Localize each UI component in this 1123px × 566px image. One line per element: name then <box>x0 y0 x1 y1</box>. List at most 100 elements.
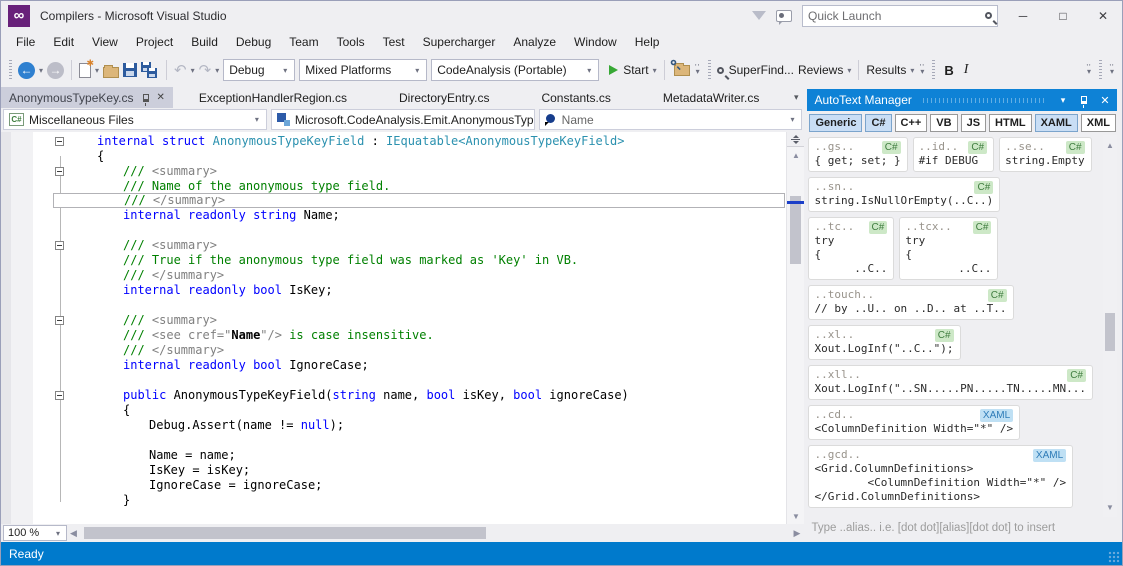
toolbar-grip[interactable] <box>707 60 711 80</box>
window-position-dropdown[interactable]: ▾ <box>1056 95 1070 106</box>
code-line[interactable]: IgnoreCase = ignoreCase; <box>53 478 785 493</box>
panel-tab-c++[interactable]: C++ <box>894 114 928 132</box>
panel-tab-xml[interactable]: XML <box>1080 114 1116 132</box>
new-item-dropdown[interactable]: ▾ <box>95 66 99 75</box>
pin-icon[interactable] <box>142 93 149 106</box>
panel-tab-generic[interactable]: Generic <box>809 114 863 132</box>
breakpoint-margin[interactable] <box>1 132 11 524</box>
menu-item-team[interactable]: Team <box>280 32 327 52</box>
code-line[interactable]: Name = name; <box>53 448 785 463</box>
feedback-icon[interactable] <box>776 9 792 25</box>
italic-button[interactable]: I <box>959 58 974 82</box>
code-line[interactable]: IsKey = isKey; <box>53 463 785 478</box>
toolbar-grip[interactable] <box>1098 60 1102 80</box>
solution-platform-combo[interactable]: Mixed Platforms ▾ <box>299 59 428 81</box>
snippet-card[interactable]: ..tc.. C# try{ ..C.. <box>808 217 895 280</box>
code-line[interactable]: /// <summary> <box>53 238 785 253</box>
redo-dropdown[interactable]: ▾ <box>215 66 219 75</box>
panel-tab-c#[interactable]: C# <box>865 114 892 132</box>
tab-AnonymousTypeKey.cs[interactable]: AnonymousTypeKey.cs ✕ <box>1 87 173 108</box>
toolbar-grip[interactable] <box>9 60 12 80</box>
open-file-button[interactable] <box>101 58 121 82</box>
horizontal-scroll-thumb[interactable] <box>83 527 486 539</box>
snippet-card[interactable]: ..id.. C# #if DEBUG <box>912 137 995 172</box>
tab-Constants.cs[interactable]: Constants.cs <box>515 87 636 108</box>
close-button[interactable]: ✕ <box>1088 4 1118 28</box>
code-line[interactable]: /// <summary> <box>53 164 785 179</box>
code-line[interactable]: Debug.Assert(name != null); <box>53 418 785 433</box>
tab-DirectoryEntry.cs[interactable]: DirectoryEntry.cs <box>373 87 515 108</box>
panel-tab-xaml[interactable]: XAML <box>1034 114 1078 132</box>
panel-scroll-up-arrow[interactable]: ▲ <box>1103 141 1117 150</box>
tab-overflow-dropdown[interactable]: ▾ <box>794 92 805 103</box>
type-dropdown[interactable]: Microsoft.CodeAnalysis.Emit.AnonymousTyp… <box>270 109 535 130</box>
collapse-region-icon[interactable] <box>55 167 64 176</box>
panel-tab-html[interactable]: HTML <box>989 114 1032 132</box>
startup-project-combo[interactable]: CodeAnalysis (Portable) ▾ <box>431 59 600 81</box>
pin-icon[interactable] <box>1077 96 1091 108</box>
snippet-card[interactable]: ..cd.. XAML <ColumnDefinition Width="*" /> <box>808 405 1021 440</box>
menu-item-window[interactable]: Window <box>565 32 626 52</box>
toolbar-overflow[interactable]: '' ▾ <box>916 64 928 76</box>
collapse-region-icon[interactable] <box>55 241 64 250</box>
superfind-button[interactable]: SuperFind... <box>715 58 796 82</box>
redo-button[interactable]: ↷ <box>197 58 214 82</box>
snippet-card[interactable]: ..tcx.. C# try{ ..C.. <box>899 217 999 280</box>
code-line[interactable]: internal struct AnonymousTypeKeyField : … <box>53 134 785 149</box>
menu-item-edit[interactable]: Edit <box>44 32 83 52</box>
toolbar-overflow[interactable]: '' ▾ <box>1106 64 1118 76</box>
panel-tab-js[interactable]: JS <box>960 114 987 132</box>
reviews-button[interactable]: Reviews <box>796 58 845 82</box>
member-dropdown[interactable]: Name ▾ <box>538 109 803 130</box>
results-dropdown[interactable]: ▾ <box>910 66 914 75</box>
menu-item-view[interactable]: View <box>83 32 127 52</box>
project-dropdown[interactable]: C# Miscellaneous Files ▾ <box>3 109 267 130</box>
tab-ExceptionHandlerRegion.cs[interactable]: ExceptionHandlerRegion.cs <box>173 87 373 108</box>
code-line[interactable]: /// </summary> <box>53 343 785 358</box>
maximize-button[interactable]: □ <box>1048 4 1078 28</box>
collapse-region-icon[interactable] <box>55 391 64 400</box>
code-line[interactable]: public AnonymousTypeKeyField(string name… <box>53 388 785 403</box>
toolbar-overflow[interactable]: '' ▾ <box>1083 64 1095 76</box>
snippet-card[interactable]: ..sn.. C# string.IsNullOrEmpty(..C..) <box>808 177 1001 212</box>
vertical-scroll-thumb[interactable] <box>790 196 802 264</box>
snippet-card[interactable]: ..gcd.. XAML <Grid.ColumnDefinitions> <Col… <box>808 445 1074 508</box>
panel-scroll-down-arrow[interactable]: ▼ <box>1103 503 1117 512</box>
close-icon[interactable]: ✕ <box>157 92 165 103</box>
scroll-down-arrow[interactable]: ▼ <box>787 512 804 521</box>
code-line[interactable]: /// <summary> <box>53 313 785 328</box>
results-button[interactable]: Results <box>864 58 908 82</box>
snippet-card[interactable]: ..gs.. C#{ get; set; } <box>808 137 908 172</box>
quick-launch-box[interactable] <box>802 4 998 27</box>
code-line[interactable]: internal readonly bool IgnoreCase; <box>53 358 785 373</box>
undo-dropdown[interactable]: ▾ <box>191 66 195 75</box>
code-editor[interactable]: internal struct AnonymousTypeKeyField : … <box>1 132 805 524</box>
tab-MetadataWriter.cs[interactable]: MetadataWriter.cs <box>637 87 785 108</box>
menu-item-test[interactable]: Test <box>374 32 414 52</box>
menu-item-supercharger[interactable]: Supercharger <box>414 32 505 52</box>
start-dropdown[interactable]: ▾ <box>653 66 657 75</box>
menu-item-debug[interactable]: Debug <box>227 32 280 52</box>
snippet-card[interactable]: ..xl.. C# Xout.LogInf("..C.."); <box>808 325 961 360</box>
save-button[interactable] <box>121 58 139 82</box>
code-line[interactable]: /// True if the anonymous type field was… <box>53 253 785 268</box>
collapse-region-icon[interactable] <box>55 137 64 146</box>
code-line[interactable]: /// </summary> <box>53 268 785 283</box>
scroll-right-arrow[interactable]: ▶ <box>794 528 801 539</box>
resize-grip[interactable] <box>1108 551 1120 563</box>
menu-item-project[interactable]: Project <box>127 32 182 52</box>
navigate-forward-button[interactable]: → <box>45 58 66 82</box>
find-in-files-button[interactable] <box>670 58 692 82</box>
code-line[interactable]: /// <see cref="Name"/> is case insensiti… <box>53 328 785 343</box>
code-line[interactable]: } <box>53 493 785 508</box>
close-icon[interactable]: ✕ <box>1098 94 1112 107</box>
code-line[interactable]: { <box>53 403 785 418</box>
save-all-button[interactable] <box>139 58 161 82</box>
menu-item-file[interactable]: File <box>7 32 44 52</box>
split-editor-handle[interactable] <box>787 132 805 147</box>
new-item-button[interactable] <box>77 58 94 82</box>
toolbar-overflow[interactable]: '' ▾ <box>692 64 704 76</box>
tool-window-title-bar[interactable]: AutoText Manager ▾ ✕ <box>807 89 1117 111</box>
vertical-scrollbar[interactable]: ▲ ▼ <box>786 132 805 524</box>
snippet-card[interactable]: ..se.. C# string.Empty <box>999 137 1092 172</box>
